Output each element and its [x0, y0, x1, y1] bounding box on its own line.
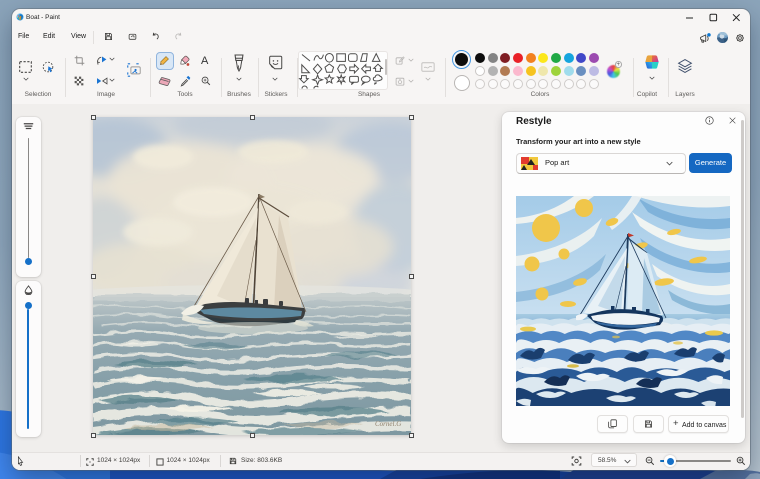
svg-text:Cornel.G: Cornel.G — [375, 420, 401, 428]
